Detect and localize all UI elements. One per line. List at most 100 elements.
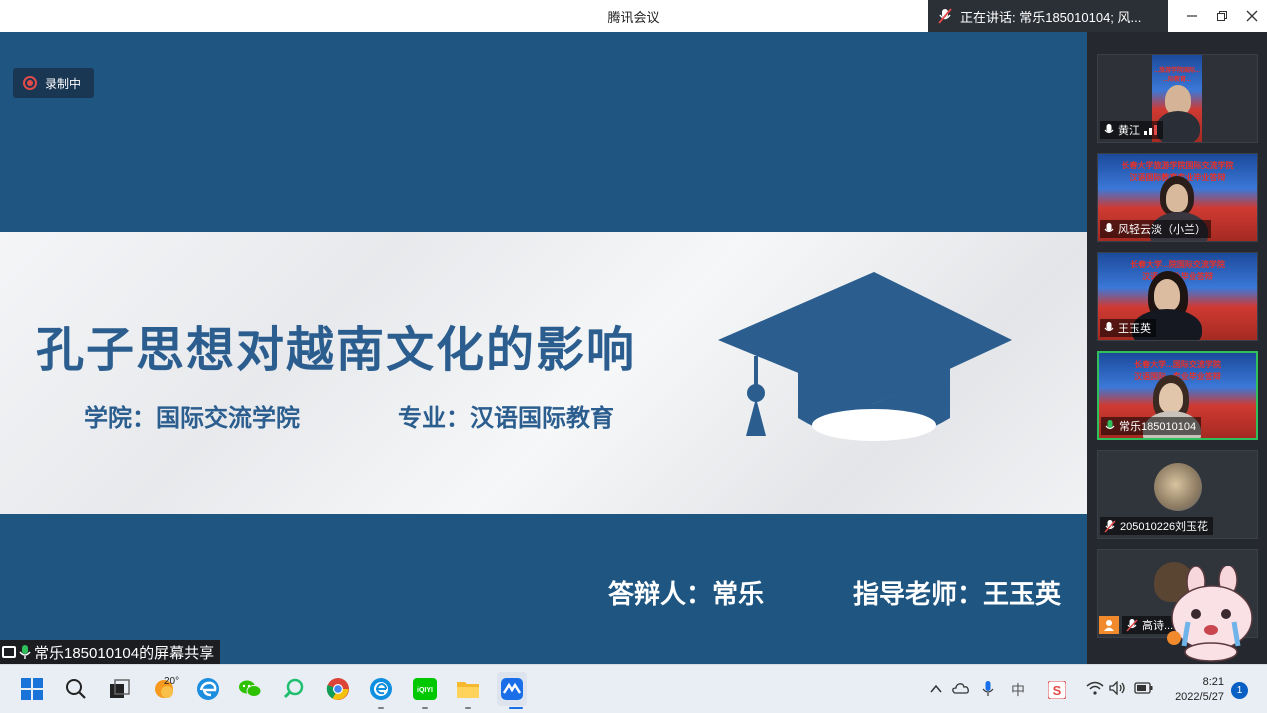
edge-legacy-app[interactable] <box>196 677 220 701</box>
restore-button[interactable] <box>1206 0 1238 32</box>
signal-bars-icon <box>1144 125 1157 135</box>
slide-band: 孔子思想对越南文化的影响 学院：国际交流学院 专业：汉语国际教育 <box>0 232 1087 514</box>
record-icon <box>23 76 37 90</box>
minimize-icon <box>1187 15 1197 17</box>
svg-text:S: S <box>1053 683 1062 698</box>
active-indicator <box>509 707 523 709</box>
microphone-icon <box>982 681 994 696</box>
advisor-label: 指导老师：王玉英 <box>853 579 1062 609</box>
banner-line: 长春大学...国际交流学院 <box>1134 360 1221 369</box>
cloud-icon <box>952 683 969 694</box>
wechat-app[interactable] <box>238 677 262 701</box>
battery-tray[interactable] <box>1134 681 1154 698</box>
show-hidden-icons-button[interactable] <box>930 681 942 697</box>
recording-label: 录制中 <box>45 76 82 91</box>
participant-name-tag: 205010226刘玉花 <box>1100 517 1214 535</box>
defender-label: 答辩人：常乐 <box>608 579 765 609</box>
chrome-icon <box>326 678 349 700</box>
windows-icon <box>21 678 43 700</box>
banner-line: 长春大学旅游学院国际交流学院 <box>1121 161 1234 170</box>
participant-name-tag: 王玉英 <box>1100 319 1156 337</box>
wifi-icon <box>1086 681 1104 695</box>
notification-badge[interactable]: 1 <box>1231 682 1248 699</box>
iqiyi-app[interactable]: iQIYI <box>413 677 437 701</box>
participant-tile[interactable]: 长春大学...院国际交流学院 汉语...专业毕业答辩 王玉英 <box>1097 252 1258 341</box>
user-icon <box>1099 616 1119 634</box>
restore-icon <box>1217 11 1227 21</box>
mic-icon <box>19 644 31 659</box>
participant-name-tag: 风轻云淡（小兰） <box>1100 220 1211 238</box>
input-method-indicator[interactable]: 中 <box>1011 680 1025 700</box>
shared-screen[interactable]: 录制中 孔子思想对越南文化的影响 学院：国际交流学院 专业：汉语国际教育 答辩人… <box>0 32 1087 664</box>
participant-name-tag: 黄江 <box>1100 121 1163 139</box>
running-indicator <box>465 707 471 709</box>
participant-name: 常乐185010104 <box>1119 421 1197 433</box>
battery-icon <box>1134 682 1153 694</box>
participant-name: 205010226刘玉花 <box>1120 521 1209 533</box>
participant-name: 王玉英 <box>1118 323 1151 335</box>
chevron-up-icon <box>930 684 942 693</box>
mic-muted-icon <box>1126 618 1138 632</box>
slide-title: 孔子思想对越南文化的影响 <box>36 324 637 377</box>
tencent-meeting-app[interactable] <box>497 672 527 706</box>
graduation-cap-icon <box>718 272 1012 441</box>
mic-icon <box>1105 419 1115 429</box>
network-tray[interactable] <box>1086 681 1104 698</box>
speaking-indicator[interactable]: 正在讲话: 常乐185010104; 风... <box>928 0 1168 32</box>
avatar <box>1154 463 1202 511</box>
screen-share-text: 常乐185010104的屏幕共享 <box>34 644 215 662</box>
task-view-icon <box>110 679 130 698</box>
browser-app[interactable] <box>369 677 393 701</box>
taskbar: 20° iQIYI 中 S 8:21 2022/5/27 1 <box>0 664 1267 713</box>
clock-time: 8:21 <box>1202 676 1224 688</box>
mic-icon <box>1104 222 1114 232</box>
participant-face <box>1154 279 1180 311</box>
speaker-icon <box>1109 680 1125 696</box>
microphone-tray[interactable] <box>982 681 994 700</box>
bunny-sticker-icon <box>1167 566 1253 662</box>
title-bar: 腾讯会议 正在讲话: 常乐185010104; 风... <box>0 0 1267 32</box>
participant-face <box>1166 184 1188 212</box>
participant-tile[interactable]: ...旅游学院国际... ...际教育... 黄江 <box>1097 54 1258 143</box>
recording-badge[interactable]: 录制中 <box>13 68 94 98</box>
svg-text:iQIYI: iQIYI <box>417 687 433 694</box>
slide-college: 学院：国际交流学院 <box>84 405 300 432</box>
chrome-app[interactable] <box>326 677 350 701</box>
running-indicator <box>422 707 428 709</box>
participant-tile[interactable]: 205010226刘玉花 <box>1097 450 1258 539</box>
mic-muted-icon <box>938 8 952 24</box>
folder-icon <box>457 682 479 698</box>
search-button[interactable] <box>64 677 88 701</box>
participant-name: 黄江 <box>1118 125 1140 137</box>
weather-temperature: 20° <box>164 676 180 687</box>
volume-tray[interactable] <box>1109 680 1127 698</box>
onedrive-tray[interactable] <box>951 681 969 697</box>
participant-tile-active[interactable]: 长春大学...国际交流学院 汉语国际...专业毕业答辩 常乐185010104 <box>1097 351 1258 440</box>
banner-line: ...旅游学院国际... <box>1153 68 1200 74</box>
minimize-button[interactable] <box>1176 0 1208 32</box>
banner-line: ...际教育... <box>1162 77 1191 83</box>
mic-muted-icon <box>1104 519 1116 533</box>
wechat-icon <box>239 680 262 697</box>
screen-share-icon <box>2 646 16 658</box>
browser-e-icon <box>370 678 392 700</box>
mic-icon <box>1104 321 1114 331</box>
file-explorer-app[interactable] <box>456 677 480 701</box>
search-green-icon <box>283 678 304 699</box>
edge-icon <box>197 678 219 700</box>
participant-name: 风轻云淡（小兰） <box>1118 224 1206 236</box>
banner-line: 长春大学...院国际交流学院 <box>1130 260 1225 269</box>
mic-icon <box>1104 123 1114 133</box>
tencent-meeting-icon <box>501 678 523 700</box>
participant-name-tag: 常乐185010104 <box>1101 417 1202 435</box>
task-view-button[interactable] <box>108 677 132 701</box>
start-button[interactable] <box>20 677 44 701</box>
search-app[interactable] <box>282 677 306 701</box>
participant-tile[interactable]: 长春大学旅游学院国际交流学院 汉语国际教育专业毕业答辩 风轻云淡（小兰） <box>1097 153 1258 242</box>
close-button[interactable] <box>1236 0 1267 32</box>
sogou-input-tray[interactable]: S <box>1047 680 1067 702</box>
taskbar-clock[interactable]: 8:21 2022/5/27 <box>1160 675 1224 705</box>
running-indicator <box>378 707 384 709</box>
screen-share-label: 常乐185010104的屏幕共享 <box>0 640 221 664</box>
close-icon <box>1246 10 1258 22</box>
